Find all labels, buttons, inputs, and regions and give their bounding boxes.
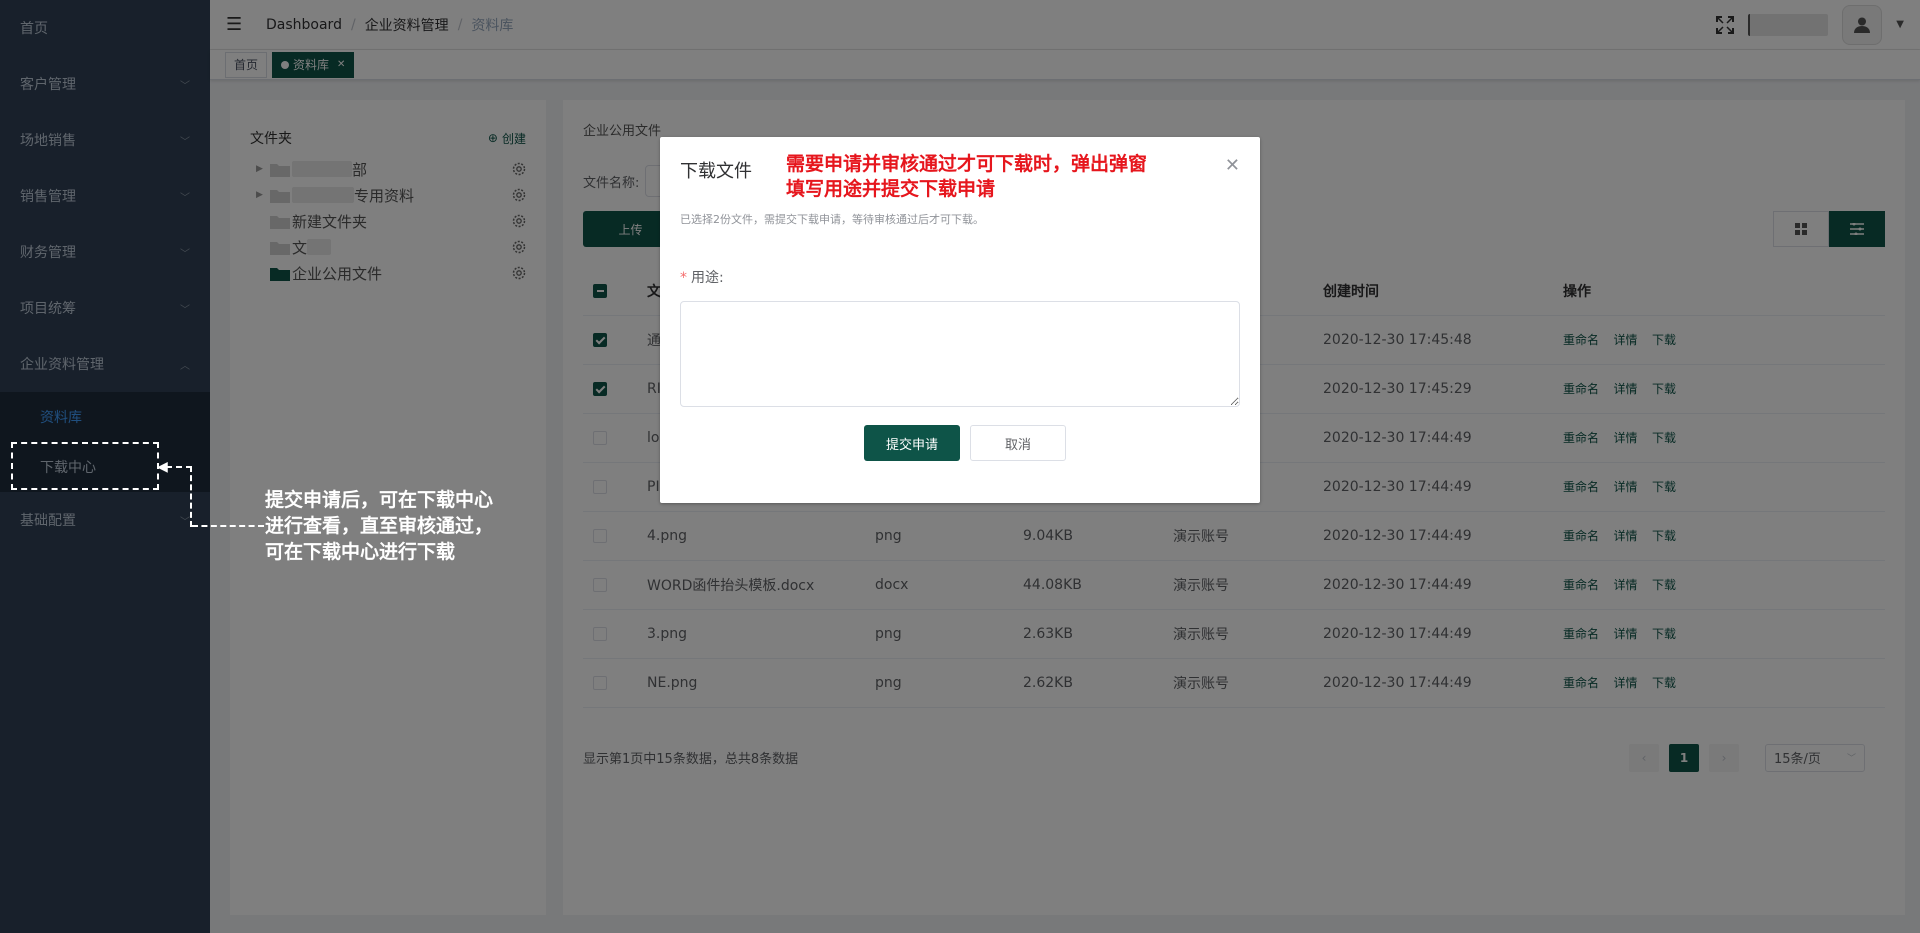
dialog-hint: 已选择2份文件，需提交下载申请，等待审核通过后才可下载。 [680,213,984,226]
required-asterisk: * [680,270,687,286]
arrow-left-icon: ◀ [157,459,168,475]
annotation-line: 填写用途并提交下载申请 [786,178,996,200]
purpose-label: * 用途: [680,267,1240,287]
cancel-button[interactable]: 取消 [970,425,1066,461]
annotation-highlight-box [11,442,159,490]
cancel-label: 取消 [1004,437,1031,453]
submit-label: 提交申请 [885,437,938,453]
annotation-line: 进行查看，直至审核通过， [265,515,494,537]
dialog-footer: 提交申请 取消 [690,425,1240,461]
purpose-label-text: 用途: [691,270,724,286]
annotation-line: 需要申请并审核通过才可下载时，弹出弹窗 [786,153,1148,175]
annotation-line: 可在下载中心进行下载 [265,541,456,563]
annotation-connector [192,525,264,527]
close-icon[interactable]: ✕ [1225,155,1240,176]
annotation-red: 需要申请并审核通过才可下载时，弹出弹窗 填写用途并提交下载申请 [786,152,1147,202]
annotation-line: 提交申请后，可在下载中心 [265,489,494,511]
annotation-connector [166,466,192,468]
submit-application-button[interactable]: 提交申请 [864,425,960,461]
annotation-white: 提交申请后，可在下载中心 进行查看，直至审核通过， 可在下载中心进行下载 [265,487,493,565]
annotation-connector [190,466,192,527]
purpose-textarea[interactable] [680,301,1240,407]
